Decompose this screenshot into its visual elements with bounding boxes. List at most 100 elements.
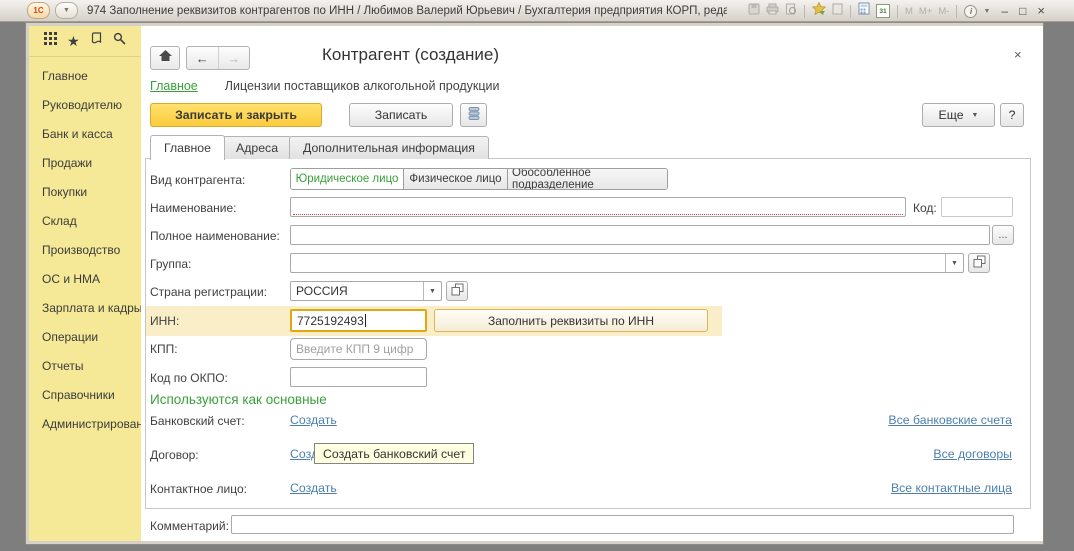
page-title: Контрагент (создание) [322, 45, 499, 65]
comment-input[interactable] [231, 515, 1014, 534]
name-input[interactable] [290, 197, 906, 217]
create-bank-account-tooltip: Создать банковский счет [314, 443, 474, 464]
app-logo-button[interactable]: 1С [27, 2, 50, 19]
print-icon[interactable] [766, 2, 779, 20]
country-combo[interactable]: РОССИЯ ▼ [290, 281, 442, 301]
sidebar-item-pokupki[interactable]: Покупки [29, 178, 141, 207]
all-contracts-link[interactable]: Все договоры [933, 447, 1012, 461]
dropdown-icon[interactable]: ▼ [945, 254, 963, 272]
maximize-button[interactable]: □ [1019, 0, 1026, 22]
sidebar-item-os-i-nma[interactable]: ОС и НМА [29, 265, 141, 294]
more-button[interactable]: Еще ▼ [922, 103, 995, 127]
sidebar-item-prodazhi[interactable]: Продажи [29, 149, 141, 178]
memory-minus-button[interactable]: M- [938, 6, 949, 17]
sidebar-item-operacii[interactable]: Операции [29, 323, 141, 352]
minimize-button[interactable]: – [1001, 0, 1008, 22]
kind-option-yuridicheskoe[interactable]: Юридическое лицо [291, 169, 403, 189]
tab-glavnoe[interactable]: Главное [150, 135, 225, 160]
country-open-button[interactable] [446, 281, 468, 301]
sidebar-item-sklad[interactable]: Склад [29, 207, 141, 236]
contract-label: Договор: [150, 448, 199, 462]
group-open-button[interactable] [968, 253, 990, 273]
favorites-star-icon[interactable]: ★ [67, 35, 80, 48]
open-in-list-icon [451, 283, 464, 299]
tab-adresa[interactable]: Адреса [222, 136, 292, 159]
sidebar-menu: Главное Руководителю Банк и касса Продаж… [29, 62, 141, 439]
database-icon [467, 106, 481, 124]
help-button[interactable]: ? [1000, 103, 1024, 127]
titlebar-toolbar: 31 M M+ M- i ▼ – □ × [748, 0, 1045, 22]
full-name-more-button[interactable]: ... [992, 225, 1014, 245]
back-button[interactable]: ← [187, 47, 218, 69]
info-dropdown-icon[interactable]: ▼ [983, 8, 990, 15]
open-in-list-icon [973, 255, 986, 271]
sidebar-item-bank-i-kassa[interactable]: Банк и касса [29, 120, 141, 149]
forward-button[interactable]: → [218, 47, 250, 69]
titlebar-separator [850, 5, 851, 18]
section-heading: Используются как основные [150, 392, 327, 407]
titlebar-separator [897, 5, 898, 18]
inn-input[interactable]: 7725192493 [290, 309, 427, 332]
home-button[interactable] [150, 46, 180, 70]
more-button-label: Еще [939, 108, 964, 122]
all-contact-persons-link[interactable]: Все контактные лица [891, 481, 1012, 495]
menu-grid-icon[interactable] [44, 32, 57, 50]
calendar-icon[interactable]: 31 [876, 4, 890, 18]
sidebar-icon-row: ★ [29, 26, 141, 57]
all-bank-accounts-link[interactable]: Все банковские счета [888, 413, 1012, 427]
sidebar-item-glavnoe[interactable]: Главное [29, 62, 141, 91]
full-name-label: Полное наименование: [150, 229, 280, 243]
full-name-input[interactable] [290, 225, 990, 245]
save-and-close-button[interactable]: Записать и закрыть [150, 103, 322, 127]
search-icon[interactable] [113, 32, 126, 50]
save-button[interactable]: Записать [349, 103, 453, 127]
dropdown-icon[interactable]: ▼ [423, 282, 441, 300]
window-close-button[interactable]: × [1037, 0, 1045, 22]
contact-person-label: Контактное лицо: [150, 482, 247, 496]
print-preview-icon[interactable] [785, 2, 797, 20]
calculator-icon[interactable] [858, 2, 870, 20]
bank-account-label: Банковский счет: [150, 414, 245, 428]
kpp-input[interactable]: Введите КПП 9 цифр [290, 338, 427, 360]
form-close-icon[interactable]: × [1014, 47, 1022, 62]
kind-option-fizicheskoe[interactable]: Физическое лицо [403, 169, 507, 189]
memory-plus-button[interactable]: M+ [919, 6, 932, 17]
favorites-icon[interactable] [812, 2, 826, 20]
kind-option-obosoblennoe[interactable]: Обособленное подразделение [507, 169, 667, 189]
kind-label: Вид контрагента: [150, 173, 245, 187]
sidebar-item-proizvodstvo[interactable]: Производство [29, 236, 141, 265]
memory-recall-button[interactable]: M [905, 6, 913, 17]
sidebar-item-spravochniki[interactable]: Справочники [29, 381, 141, 410]
contact-person-create-link[interactable]: Создать [290, 481, 337, 495]
home-icon [158, 49, 173, 67]
breadcrumb: Главное Лицензии поставщиков алкогольной… [150, 79, 500, 93]
okpo-input[interactable] [290, 367, 427, 387]
code-label: Код: [913, 201, 937, 215]
history-icon[interactable] [90, 32, 103, 50]
show-in-list-button[interactable] [460, 103, 487, 127]
inn-label: ИНН: [150, 314, 179, 328]
history-nav-group: ← → [186, 46, 250, 70]
save-icon[interactable] [748, 2, 760, 20]
sidebar-item-rukovoditelyu[interactable]: Руководителю [29, 91, 141, 120]
fill-by-inn-button[interactable]: Заполнить реквизиты по ИНН [434, 309, 708, 332]
group-combo[interactable]: ▼ [290, 253, 964, 273]
kind-toggle-group: Юридическое лицо Физическое лицо Обособл… [290, 168, 668, 190]
titlebar-separator [804, 5, 805, 18]
sidebar-item-zarplata-i-kadry[interactable]: Зарплата и кадры [29, 294, 141, 323]
page-icon[interactable] [832, 2, 843, 20]
tab-dop-informaciya[interactable]: Дополнительная информация [289, 136, 489, 159]
sidebar-item-otchety[interactable]: Отчеты [29, 352, 141, 381]
kpp-label: КПП: [150, 342, 178, 356]
window-titlebar: 1С ▼ 974 Заполнение реквизитов контраген… [0, 0, 1074, 22]
comment-label: Комментарий: [150, 519, 229, 533]
code-input[interactable] [941, 197, 1013, 217]
window-title: 974 Заполнение реквизитов контрагентов п… [87, 5, 727, 17]
system-menu-button[interactable]: ▼ [55, 2, 78, 19]
bank-account-create-link[interactable]: Создать [290, 413, 337, 427]
breadcrumb-link-glavnoe[interactable]: Главное [150, 79, 198, 93]
breadcrumb-secondary[interactable]: Лицензии поставщиков алкогольной продукц… [225, 79, 500, 93]
info-icon[interactable]: i [964, 5, 977, 18]
sections-sidebar: ★ Главное Руководителю Банк и касса Прод… [29, 26, 141, 541]
sidebar-item-administrirovanie[interactable]: Администрирование [29, 410, 141, 439]
